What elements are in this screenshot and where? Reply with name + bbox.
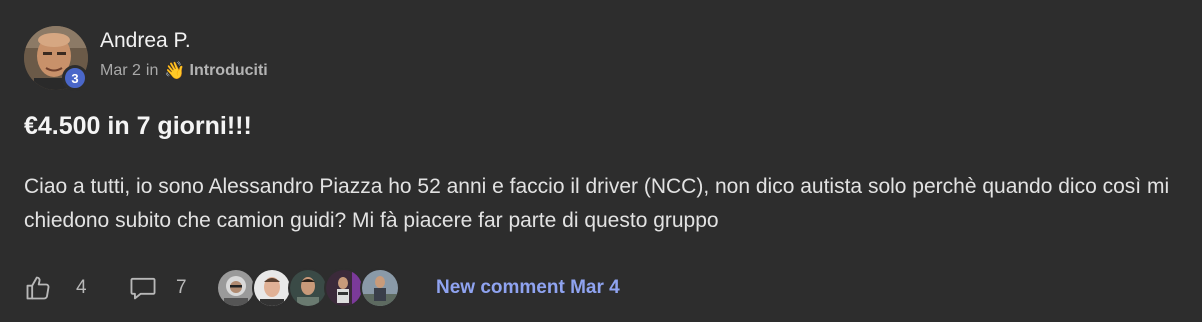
post-title[interactable]: €4.500 in 7 giorni!!! (24, 110, 252, 142)
thumbs-up-icon (24, 274, 52, 302)
commenter-avatar[interactable] (324, 268, 364, 308)
like-button[interactable]: 4 (24, 274, 106, 302)
author-avatar[interactable]: 3 (24, 26, 88, 91)
post-subline: Mar 2 in 👋 Introduciti (100, 61, 268, 81)
category-link[interactable]: Introduciti (190, 61, 268, 81)
comment-icon (128, 274, 158, 302)
in-label: in (145, 62, 159, 79)
level-badge: 3 (62, 65, 88, 91)
post-header: 3 Andrea P. Mar 2 in 👋 Introduciti (24, 26, 268, 91)
commenter-avatar[interactable] (360, 268, 400, 308)
commenter-avatar[interactable] (252, 268, 292, 308)
commenter-avatar[interactable] (288, 268, 328, 308)
post-footer: 4 7 New comment Mar 4 (24, 266, 620, 310)
waving-hand-icon: 👋 (164, 61, 186, 80)
post-card: 3 Andrea P. Mar 2 in 👋 Introduciti €4.50… (0, 0, 1202, 322)
post-date[interactable]: Mar 2 (100, 61, 141, 81)
post-body: Ciao a tutti, io sono Alessandro Piazza … (24, 175, 1170, 232)
commenter-avatars[interactable] (216, 268, 400, 308)
comment-count: 7 (176, 277, 187, 298)
commenter-avatar[interactable] (216, 268, 256, 308)
author-name[interactable]: Andrea P. (100, 28, 268, 54)
post-meta: Andrea P. Mar 2 in 👋 Introduciti (100, 28, 268, 81)
comment-button[interactable]: 7 (128, 274, 206, 302)
like-count: 4 (76, 277, 87, 298)
new-comment-link[interactable]: New comment Mar 4 (436, 277, 620, 299)
